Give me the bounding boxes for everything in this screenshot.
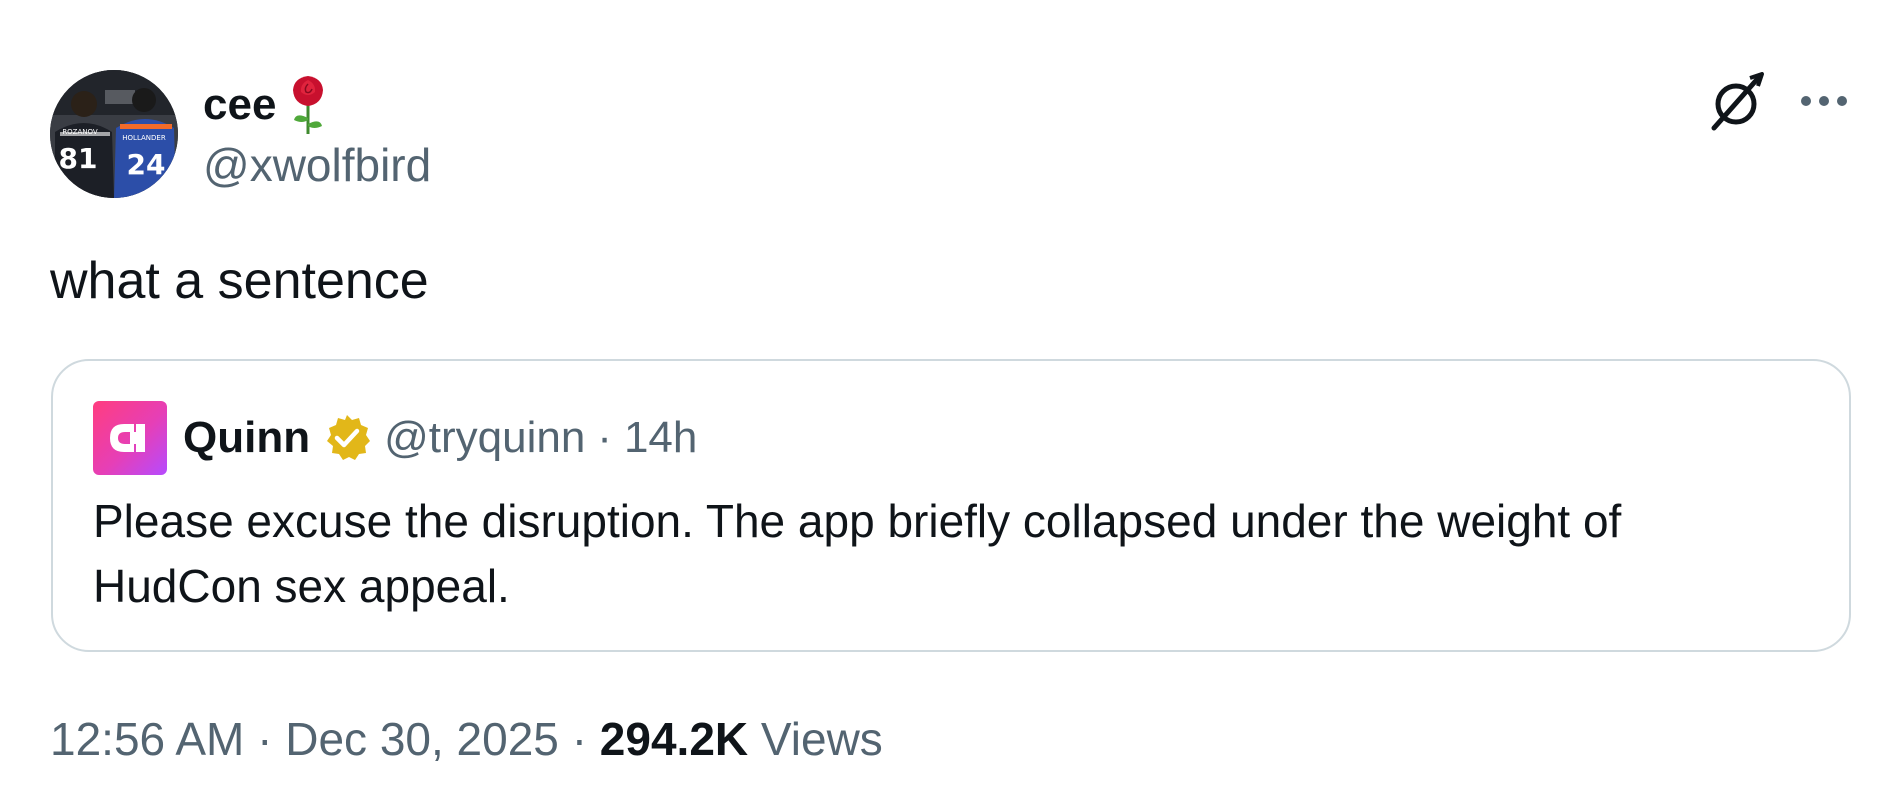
author-display-name[interactable]: cee xyxy=(203,83,276,127)
avatar-photo: ROZANOV HOLLANDER 81 24 xyxy=(50,70,178,198)
tweet-meta: 12:56 AM · Dec 30, 2025 · 294.2K Views xyxy=(50,714,883,765)
author-avatar[interactable]: ROZANOV HOLLANDER 81 24 xyxy=(50,70,178,198)
quoted-separator: · xyxy=(597,413,612,462)
avatar-name-left: ROZANOV xyxy=(62,128,98,136)
quoted-tweet-header: Quinn @tryquinn · 14h xyxy=(93,401,697,475)
meta-separator-2: · xyxy=(571,713,588,765)
quinn-logo-icon[interactable] xyxy=(93,401,167,475)
grok-icon[interactable] xyxy=(1710,72,1766,132)
views-count: 294.2K xyxy=(599,713,749,765)
rose-icon xyxy=(288,74,328,136)
meta-separator: · xyxy=(257,713,273,765)
views-label: Views xyxy=(760,713,883,765)
quoted-display-name[interactable]: Quinn xyxy=(183,413,310,463)
author-handle[interactable]: @xwolfbird xyxy=(203,140,431,191)
avatar-number-left: 81 xyxy=(59,142,98,175)
quoted-handle[interactable]: @tryquinn xyxy=(384,413,585,463)
quoted-tweet-card[interactable]: Quinn @tryquinn · 14h Please excuse the … xyxy=(51,359,1851,652)
more-options-icon[interactable] xyxy=(1800,92,1848,110)
tweet-date[interactable]: Dec 30, 2025 xyxy=(285,713,559,765)
avatar-name-right: HOLLANDER xyxy=(122,134,166,142)
author-name-row[interactable]: cee xyxy=(203,76,328,134)
tweet-text: what a sentence xyxy=(50,252,429,310)
avatar-number-right: 24 xyxy=(127,148,166,181)
tweet-time[interactable]: 12:56 AM xyxy=(50,713,244,765)
quoted-tweet-text: Please excuse the disruption. The app br… xyxy=(93,495,1622,613)
tweet: ROZANOV HOLLANDER 81 24 cee @xwolfbird w… xyxy=(0,0,1892,800)
verified-badge-icon xyxy=(322,413,372,463)
quoted-time[interactable]: 14h xyxy=(624,413,697,463)
